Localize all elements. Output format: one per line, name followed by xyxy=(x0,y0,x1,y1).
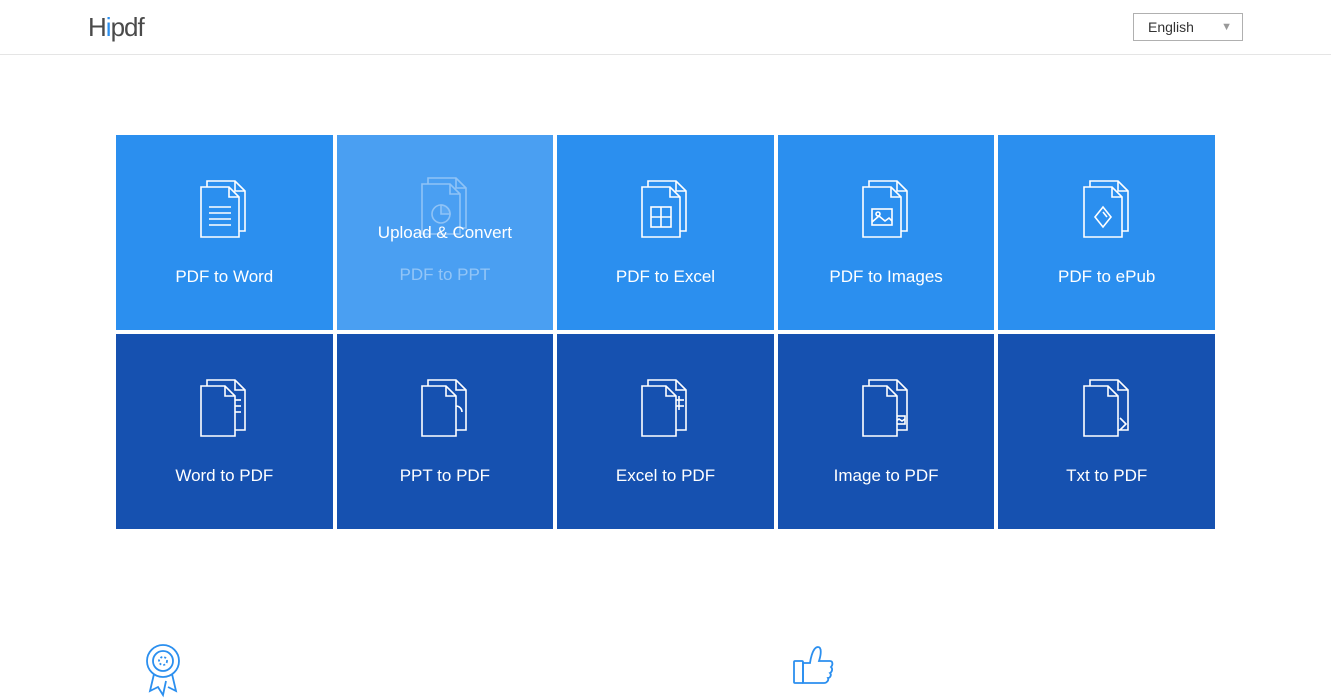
document-epub-icon xyxy=(1078,179,1136,241)
tile-pdf-to-images[interactable]: PDF to Images xyxy=(778,135,995,330)
tile-excel-to-pdf[interactable]: Excel to PDF xyxy=(557,334,774,529)
thumbs-up-icon xyxy=(788,639,838,689)
feature-award xyxy=(138,639,188,699)
language-selector[interactable]: English ▼ xyxy=(1133,13,1243,41)
tile-label: PDF to Images xyxy=(829,267,942,287)
tile-label: Word to PDF xyxy=(175,466,273,486)
language-label: English xyxy=(1148,19,1194,35)
tile-pdf-to-epub[interactable]: PDF to ePub xyxy=(998,135,1215,330)
tile-label: PDF to ePub xyxy=(1058,267,1155,287)
tile-label: PPT to PDF xyxy=(400,466,490,486)
document-image-inv-icon xyxy=(857,378,915,440)
document-excel-icon xyxy=(636,179,694,241)
document-image-icon xyxy=(857,179,915,241)
tile-image-to-pdf[interactable]: Image to PDF xyxy=(778,334,995,529)
tile-label: Txt to PDF xyxy=(1066,466,1147,486)
tile-txt-to-pdf[interactable]: Txt to PDF xyxy=(998,334,1215,529)
document-word-inv-icon xyxy=(195,378,253,440)
tile-pdf-to-ppt[interactable]: Upload & Convert PDF to PPT xyxy=(337,135,554,330)
tile-label: Image to PDF xyxy=(834,466,939,486)
header: Hipdf English ▼ xyxy=(0,0,1331,55)
tile-hover-label: Upload & Convert xyxy=(337,223,554,243)
tile-word-to-pdf[interactable]: Word to PDF xyxy=(116,334,333,529)
tile-ppt-to-pdf[interactable]: PPT to PDF xyxy=(337,334,554,529)
tile-label: Excel to PDF xyxy=(616,466,715,486)
document-ppt-inv-icon xyxy=(416,378,474,440)
tile-pdf-to-word[interactable]: PDF to Word xyxy=(116,135,333,330)
document-word-icon xyxy=(195,179,253,241)
features-row xyxy=(0,569,1331,699)
tile-label: PDF to PPT xyxy=(337,265,554,285)
dropdown-arrow-icon: ▼ xyxy=(1221,21,1232,33)
tile-label: PDF to Word xyxy=(175,267,273,287)
feature-thumbs-up xyxy=(788,639,838,699)
tile-label: PDF to Excel xyxy=(616,267,715,287)
tile-pdf-to-excel[interactable]: PDF to Excel xyxy=(557,135,774,330)
main: PDF to Word Upload & Convert PDF to PPT xyxy=(0,55,1331,569)
document-txt-inv-icon xyxy=(1078,378,1136,440)
logo[interactable]: Hipdf xyxy=(88,12,144,43)
document-excel-inv-icon xyxy=(636,378,694,440)
award-icon xyxy=(138,639,188,699)
tile-grid: PDF to Word Upload & Convert PDF to PPT xyxy=(116,135,1215,529)
